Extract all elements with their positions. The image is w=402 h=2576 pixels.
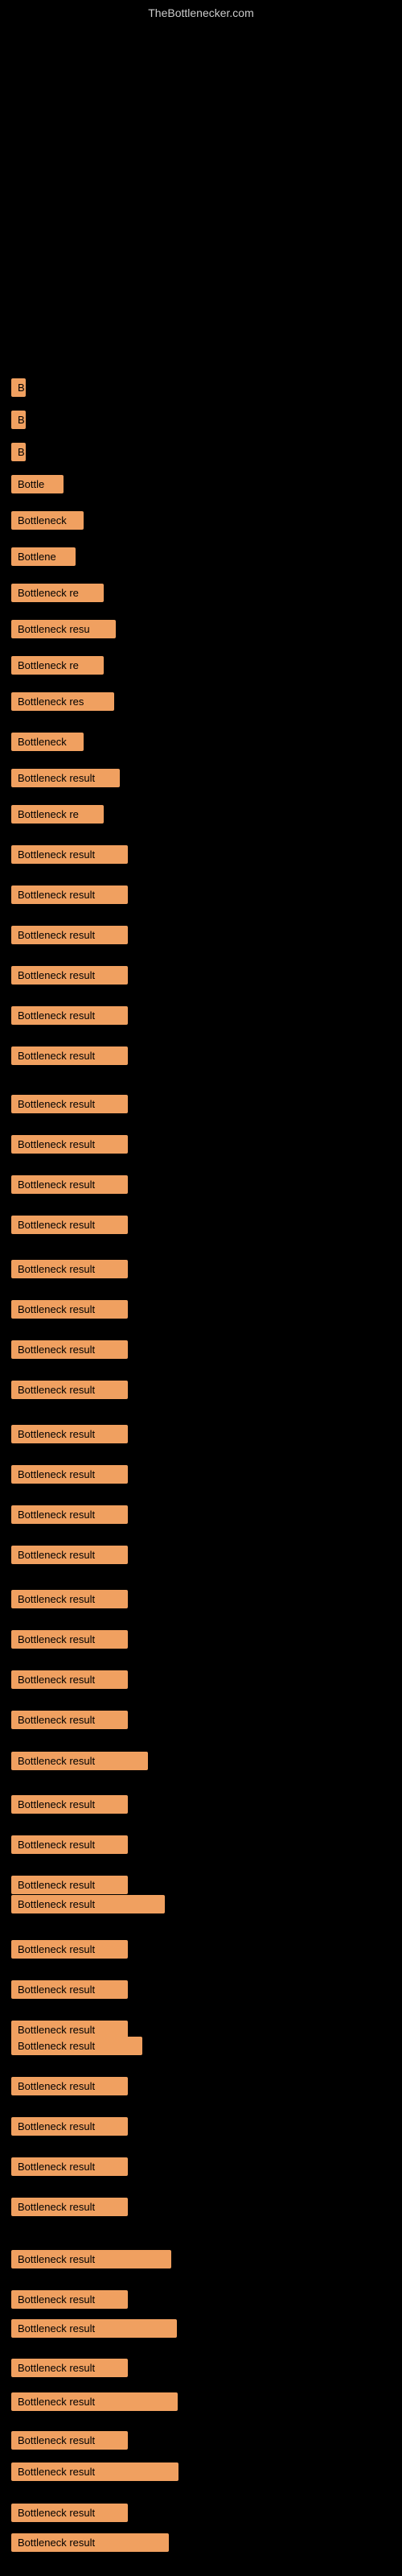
bottleneck-result-item-39: Bottleneck result xyxy=(11,1876,128,1894)
bottleneck-result-item-57: Bottleneck result xyxy=(11,2533,169,2552)
bottleneck-result-item-52: Bottleneck result xyxy=(11,2359,128,2377)
bottleneck-result-item-54: Bottleneck result xyxy=(11,2431,128,2450)
bottleneck-result-item-19: Bottleneck result xyxy=(11,1046,128,1065)
bottleneck-result-item-51: Bottleneck result xyxy=(11,2319,177,2338)
bottleneck-result-item-55: Bottleneck result xyxy=(11,2462,178,2481)
bottleneck-result-item-49: Bottleneck result xyxy=(11,2250,171,2268)
bottleneck-result-item-15: Bottleneck result xyxy=(11,886,128,904)
bottleneck-result-item-13: Bottleneck re xyxy=(11,805,104,824)
bottleneck-result-item-37: Bottleneck result xyxy=(11,1795,128,1814)
bottleneck-result-item-18: Bottleneck result xyxy=(11,1006,128,1025)
bottleneck-result-item-27: Bottleneck result xyxy=(11,1381,128,1399)
bottleneck-result-item-29: Bottleneck result xyxy=(11,1465,128,1484)
bottleneck-result-item-1: B xyxy=(11,378,26,397)
bottleneck-result-item-40: Bottleneck result xyxy=(11,1895,165,1913)
bottleneck-result-item-9: Bottleneck re xyxy=(11,656,104,675)
bottleneck-result-item-8: Bottleneck resu xyxy=(11,620,116,638)
bottleneck-result-item-56: Bottleneck result xyxy=(11,2504,128,2522)
bottleneck-result-item-5: Bottleneck xyxy=(11,511,84,530)
bottleneck-result-item-2: B xyxy=(11,411,26,429)
bottleneck-result-item-7: Bottleneck re xyxy=(11,584,104,602)
bottleneck-result-item-24: Bottleneck result xyxy=(11,1260,128,1278)
bottleneck-result-item-45: Bottleneck result xyxy=(11,2077,128,2095)
bottleneck-result-item-46: Bottleneck result xyxy=(11,2117,128,2136)
bottleneck-result-item-44: Bottleneck result xyxy=(11,2037,142,2055)
bottleneck-result-item-10: Bottleneck res xyxy=(11,692,114,711)
bottleneck-result-item-53: Bottleneck result xyxy=(11,2392,178,2411)
bottleneck-result-item-47: Bottleneck result xyxy=(11,2157,128,2176)
bottleneck-result-item-21: Bottleneck result xyxy=(11,1135,128,1154)
site-title: TheBottlenecker.com xyxy=(148,6,254,19)
bottleneck-result-item-34: Bottleneck result xyxy=(11,1670,128,1689)
bottleneck-result-item-35: Bottleneck result xyxy=(11,1711,128,1729)
bottleneck-result-item-30: Bottleneck result xyxy=(11,1505,128,1524)
bottleneck-result-item-17: Bottleneck result xyxy=(11,966,128,985)
bottleneck-result-item-14: Bottleneck result xyxy=(11,845,128,864)
bottleneck-result-item-23: Bottleneck result xyxy=(11,1216,128,1234)
bottleneck-result-item-26: Bottleneck result xyxy=(11,1340,128,1359)
bottleneck-result-item-11: Bottleneck xyxy=(11,733,84,751)
bottleneck-result-item-42: Bottleneck result xyxy=(11,1980,128,1999)
bottleneck-result-item-4: Bottle xyxy=(11,475,64,493)
bottleneck-result-item-48: Bottleneck result xyxy=(11,2198,128,2216)
bottleneck-result-item-31: Bottleneck result xyxy=(11,1546,128,1564)
bottleneck-result-item-41: Bottleneck result xyxy=(11,1940,128,1959)
bottleneck-result-item-6: Bottlene xyxy=(11,547,76,566)
bottleneck-result-item-25: Bottleneck result xyxy=(11,1300,128,1319)
bottleneck-result-item-3: B xyxy=(11,443,26,461)
bottleneck-result-item-33: Bottleneck result xyxy=(11,1630,128,1649)
bottleneck-result-item-20: Bottleneck result xyxy=(11,1095,128,1113)
bottleneck-result-item-28: Bottleneck result xyxy=(11,1425,128,1443)
bottleneck-result-item-22: Bottleneck result xyxy=(11,1175,128,1194)
bottleneck-result-item-50: Bottleneck result xyxy=(11,2290,128,2309)
bottleneck-result-item-38: Bottleneck result xyxy=(11,1835,128,1854)
bottleneck-result-item-32: Bottleneck result xyxy=(11,1590,128,1608)
bottleneck-result-item-16: Bottleneck result xyxy=(11,926,128,944)
bottleneck-result-item-12: Bottleneck result xyxy=(11,769,120,787)
bottleneck-result-item-36: Bottleneck result xyxy=(11,1752,148,1770)
